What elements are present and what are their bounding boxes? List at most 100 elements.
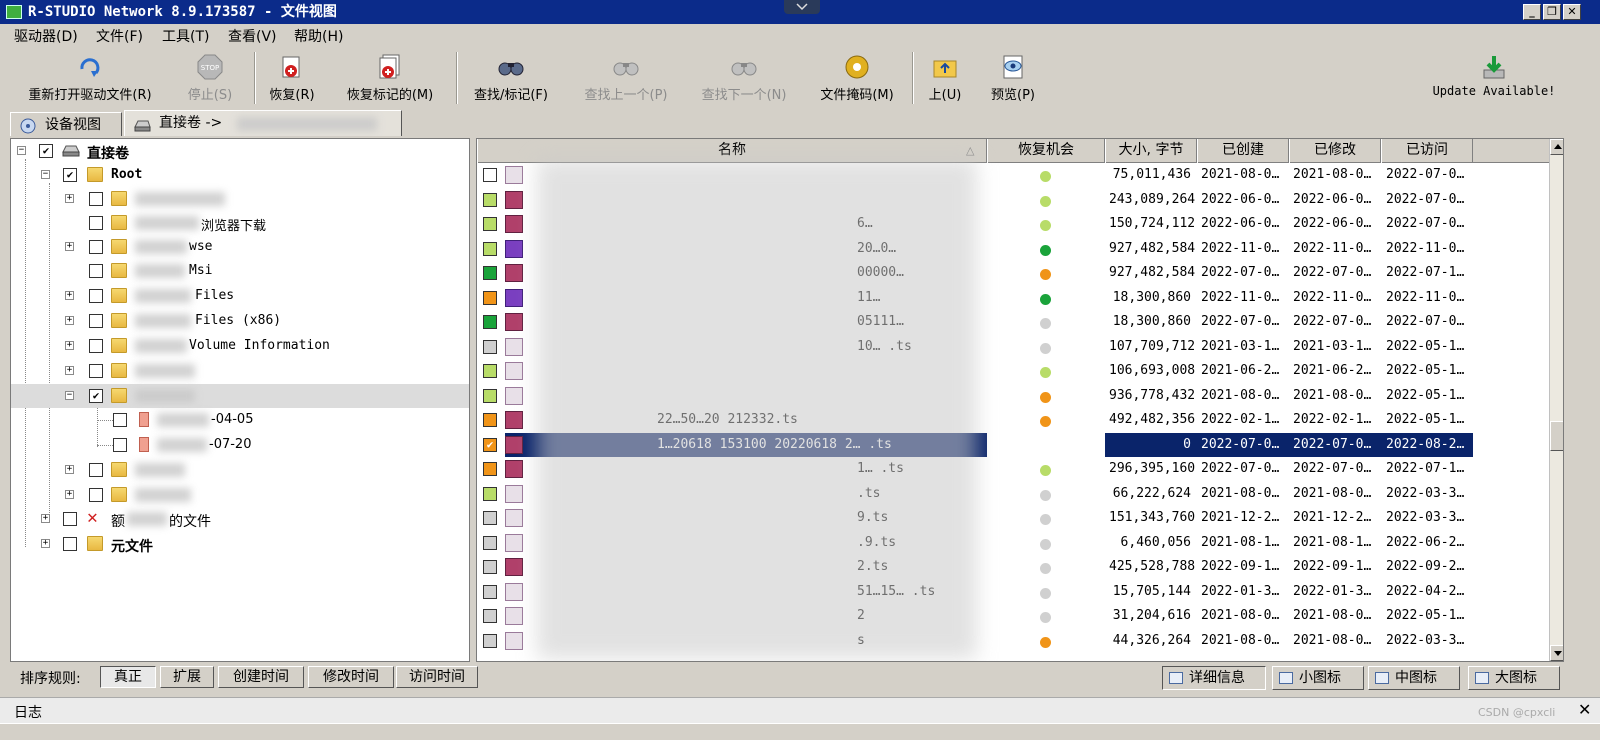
file-checkbox[interactable] — [483, 266, 497, 280]
sort-button-created[interactable]: 创建时间 — [218, 666, 304, 688]
file-checkbox[interactable] — [483, 315, 497, 329]
tree-checkbox[interactable] — [89, 488, 103, 502]
view-details-button[interactable]: 详细信息 — [1162, 666, 1266, 690]
collapse-icon[interactable]: − — [41, 170, 50, 179]
file-checkbox[interactable] — [483, 413, 497, 427]
tree-node-file[interactable]: -07-20 — [11, 433, 469, 457]
file-checkbox[interactable] — [483, 535, 497, 550]
scroll-thumb[interactable] — [1550, 421, 1563, 451]
expand-icon[interactable]: + — [65, 316, 74, 325]
tree-checkbox[interactable] — [63, 537, 77, 551]
expand-icon[interactable]: + — [65, 366, 74, 375]
close-log-icon[interactable]: ✕ — [1578, 700, 1591, 719]
tree-node-folder[interactable]: 浏览器下载 — [11, 211, 469, 235]
tree-checkbox[interactable] — [113, 438, 127, 452]
expand-icon[interactable]: + — [65, 242, 74, 251]
tree-node-folder[interactable]: + Files — [11, 284, 469, 308]
tree-checkbox[interactable] — [89, 463, 103, 477]
file-checkbox[interactable] — [483, 560, 497, 574]
expand-icon[interactable]: + — [41, 514, 50, 523]
reopen-drive-button[interactable]: 重新打开驱动文件(R) — [16, 48, 164, 106]
file-checkbox[interactable] — [483, 609, 497, 623]
file-checkbox[interactable]: ✔ — [483, 437, 497, 452]
tree-node-folder[interactable]: + — [11, 458, 469, 482]
file-checkbox[interactable] — [483, 388, 497, 403]
file-list[interactable]: 名称 △ 恢复机会 大小, 字节 已创建 已修改 已访问 75,011,436 20… — [476, 138, 1564, 662]
tree-checkbox[interactable] — [89, 289, 103, 303]
menu-help[interactable]: 帮助(H) — [294, 26, 343, 46]
expand-icon[interactable]: + — [65, 291, 74, 300]
scroll-down-button[interactable] — [1550, 645, 1563, 661]
column-size[interactable]: 大小, 字节 — [1105, 139, 1197, 163]
tree-checkbox[interactable] — [89, 192, 103, 206]
minimize-button[interactable]: _ — [1523, 4, 1541, 20]
tree-checkbox[interactable]: ✔ — [63, 168, 77, 182]
collapse-icon[interactable]: − — [65, 391, 74, 400]
tree-node-folder[interactable]: + Files (x86) — [11, 309, 469, 333]
sort-button-modified[interactable]: 修改时间 — [308, 666, 394, 688]
menu-drive[interactable]: 驱动器(D) — [14, 26, 78, 46]
tree-checkbox[interactable] — [89, 314, 103, 328]
file-checkbox[interactable] — [483, 486, 497, 501]
tab-device-view[interactable]: 设备视图 — [10, 112, 122, 136]
collapse-icon[interactable]: − — [17, 146, 26, 155]
sort-button-true[interactable]: 真正 — [100, 666, 156, 688]
expand-icon[interactable]: + — [65, 490, 74, 499]
find-next-button[interactable]: 查找下一个(N) — [692, 48, 796, 106]
close-button[interactable]: ✕ — [1563, 4, 1581, 20]
recover-button[interactable]: 恢复(R) — [262, 48, 322, 106]
stop-button[interactable]: STOP 停止(S) — [174, 48, 246, 106]
column-modified[interactable]: 已修改 — [1289, 139, 1381, 163]
file-checkbox[interactable] — [483, 241, 497, 256]
expand-icon[interactable]: + — [65, 194, 74, 203]
column-accessed[interactable]: 已访问 — [1381, 139, 1473, 163]
tree-node-folder[interactable]: + Volume Information — [11, 334, 469, 358]
file-checkbox[interactable] — [483, 339, 497, 354]
file-checkbox[interactable] — [483, 511, 497, 525]
file-checkbox[interactable] — [483, 290, 497, 305]
expand-icon[interactable]: + — [41, 539, 50, 548]
tree-checkbox[interactable]: ✔ — [39, 144, 53, 158]
find-previous-button[interactable]: 查找上一个(P) — [574, 48, 678, 106]
column-created[interactable]: 已创建 — [1197, 139, 1289, 163]
tree-checkbox[interactable] — [89, 364, 103, 378]
menu-view[interactable]: 查看(V) — [228, 26, 277, 46]
file-mask-button[interactable]: 文件掩码(M) — [810, 48, 904, 106]
tree-node-root[interactable]: − ✔ Root — [11, 163, 469, 187]
tree-node-direct-volume[interactable]: − ✔ 直接卷 — [11, 139, 469, 163]
menu-file[interactable]: 文件(F) — [96, 26, 143, 46]
tree-checkbox[interactable] — [89, 216, 103, 230]
tree-node-meta-files[interactable]: + 元文件 — [11, 532, 469, 556]
up-button[interactable]: 上(U) — [920, 48, 970, 106]
view-medium-icons-button[interactable]: 中图标 — [1368, 666, 1460, 690]
sort-button-accessed[interactable]: 访问时间 — [396, 666, 478, 688]
vertical-scrollbar[interactable] — [1549, 139, 1563, 661]
tree-checkbox[interactable] — [63, 512, 77, 526]
scroll-up-button[interactable] — [1550, 139, 1563, 155]
view-small-icons-button[interactable]: 小图标 — [1272, 666, 1364, 690]
tree-node-folder[interactable]: + — [11, 359, 469, 383]
tree-checkbox[interactable] — [89, 339, 103, 353]
find-mark-button[interactable]: 查找/标记(F) — [462, 48, 560, 106]
tree-node-folder[interactable]: + wse — [11, 235, 469, 259]
tree-node-folder[interactable]: Msi — [11, 259, 469, 283]
file-checkbox[interactable] — [483, 584, 497, 599]
file-checkbox[interactable] — [483, 364, 497, 378]
tree-node-folder[interactable]: + — [11, 483, 469, 507]
chevron-down-icon[interactable] — [784, 0, 820, 14]
column-chance[interactable]: 恢复机会 — [987, 139, 1105, 163]
folder-tree[interactable]: − ✔ 直接卷 − ✔ Root + 浏览器下载 + wse Msi + Fil… — [10, 138, 470, 662]
tree-node-extra-found-files[interactable]: + ✕ 额 的文件 — [11, 507, 469, 531]
expand-icon[interactable]: + — [65, 465, 74, 474]
tree-node-file[interactable]: -04-05 — [11, 408, 469, 432]
view-large-icons-button[interactable]: 大图标 — [1468, 666, 1560, 690]
tree-checkbox[interactable] — [89, 240, 103, 254]
preview-button[interactable]: 预览(P) — [982, 48, 1044, 106]
tab-direct-volume[interactable]: 直接卷 -> — [124, 110, 402, 136]
restore-button[interactable]: ❐ — [1543, 4, 1561, 20]
tree-checkbox[interactable]: ✔ — [89, 389, 103, 403]
file-checkbox[interactable] — [483, 168, 497, 182]
file-checkbox[interactable] — [483, 192, 497, 207]
file-checkbox[interactable] — [483, 633, 497, 648]
menu-tools[interactable]: 工具(T) — [162, 26, 209, 46]
